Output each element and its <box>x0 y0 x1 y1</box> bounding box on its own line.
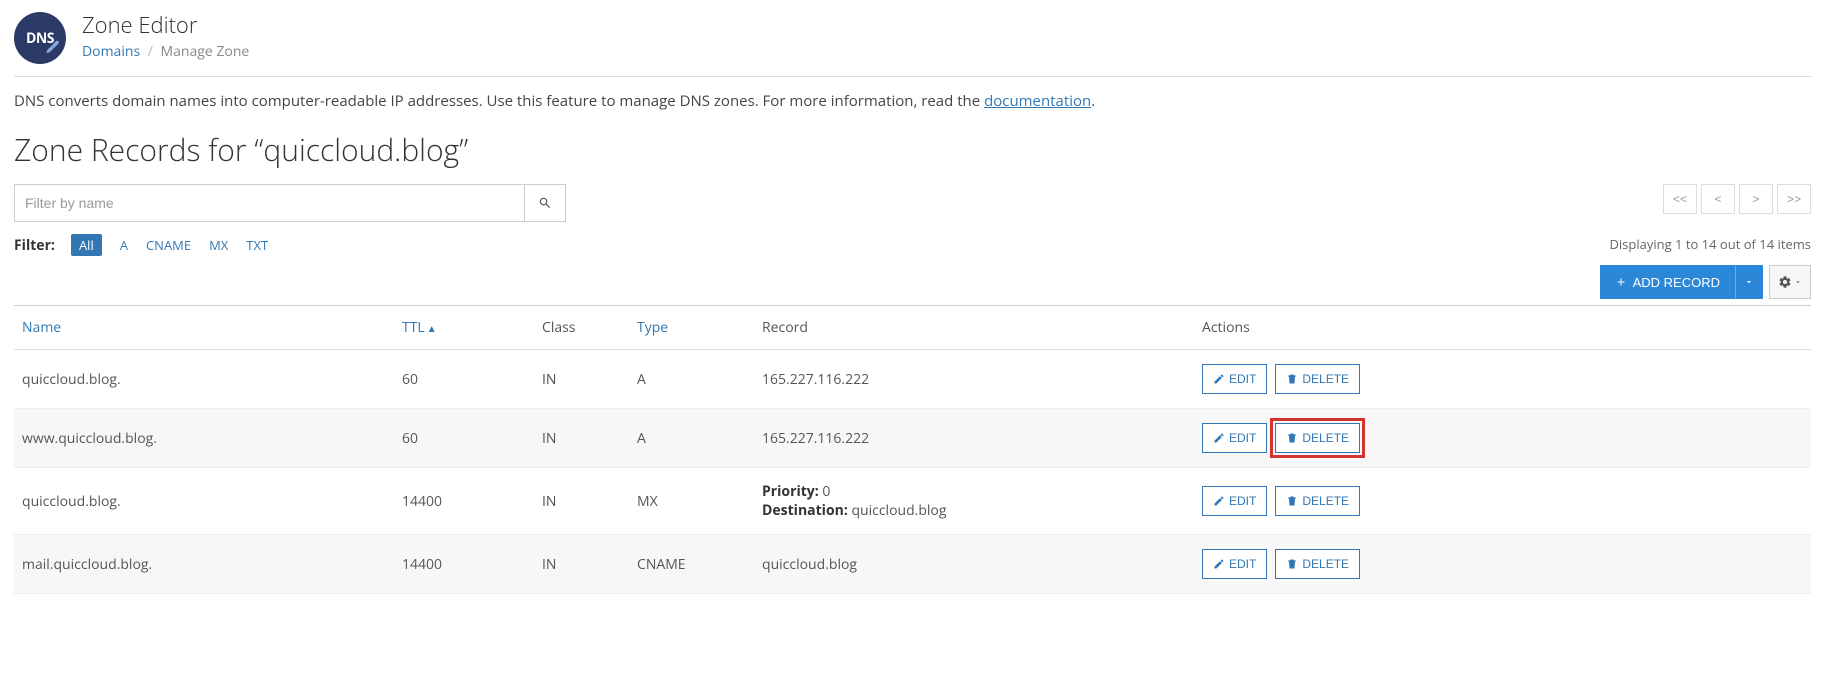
filter-row: Filter: All A CNAME MX TXT <box>14 236 286 255</box>
pager: << < > >> <box>1663 184 1811 214</box>
pencil-icon <box>1213 558 1225 570</box>
record-value: quiccloud.blog <box>762 555 857 574</box>
pencil-icon <box>1213 432 1225 444</box>
delete-button[interactable]: DELETE <box>1275 549 1360 579</box>
record-name: quiccloud.blog. <box>22 492 121 511</box>
filter-label: Filter: <box>14 236 55 255</box>
trash-icon <box>1286 373 1298 385</box>
record-name: www.quiccloud.blog. <box>22 429 157 448</box>
displaying-count: Displaying 1 to 14 out of 14 items <box>1609 235 1811 253</box>
table-row: mail.quiccloud.blog. 14400 IN CNAME quicclou… <box>14 535 1811 594</box>
col-type-header[interactable]: Type <box>637 318 668 337</box>
record-name: mail.quiccloud.blog. <box>22 555 152 574</box>
add-record-split-button: ADD RECORD <box>1600 265 1763 299</box>
delete-label: DELETE <box>1302 557 1349 571</box>
description-text: DNS converts domain names into computer-… <box>14 91 984 111</box>
record-class: IN <box>542 492 556 511</box>
mx-priority-value: 0 <box>822 482 830 501</box>
edit-label: EDIT <box>1229 494 1256 508</box>
mx-destination-value: quiccloud.blog <box>851 501 946 520</box>
filter-txt[interactable]: TXT <box>246 236 268 254</box>
add-record-label: ADD RECORD <box>1633 275 1720 290</box>
wrench-icon <box>46 36 60 58</box>
record-value: 165.227.116.222 <box>762 370 869 389</box>
pencil-icon <box>1213 495 1225 507</box>
edit-button[interactable]: EDIT <box>1202 423 1267 453</box>
col-record-header: Record <box>762 318 808 337</box>
table-row: quiccloud.blog. 14400 IN MX Priority: 0Desti… <box>14 468 1811 535</box>
dns-icon: DNS <box>14 12 66 64</box>
col-actions-header: Actions <box>1202 318 1250 337</box>
breadcrumb-current: Manage Zone <box>161 42 250 61</box>
documentation-link[interactable]: documentation <box>984 91 1091 111</box>
edit-button[interactable]: EDIT <box>1202 364 1267 394</box>
pencil-icon <box>1213 373 1225 385</box>
filter-input[interactable] <box>14 184 524 222</box>
records-table: Name TTL▲ Class Type Record Actions quic… <box>14 305 1811 594</box>
breadcrumb-separator: / <box>148 42 153 61</box>
breadcrumb: Domains / Manage Zone <box>82 42 249 61</box>
record-type: MX <box>637 492 658 511</box>
record-value: 165.227.116.222 <box>762 429 869 448</box>
mx-priority-label: Priority: <box>762 482 819 501</box>
page-description: DNS converts domain names into computer-… <box>14 91 1811 111</box>
trash-icon <box>1286 432 1298 444</box>
pager-prev-button[interactable]: < <box>1701 184 1735 214</box>
plus-icon <box>1615 276 1627 288</box>
record-name: quiccloud.blog. <box>22 370 121 389</box>
delete-label: DELETE <box>1302 372 1349 386</box>
filter-all[interactable]: All <box>71 234 102 256</box>
filter-cname[interactable]: CNAME <box>146 236 191 254</box>
add-record-button[interactable]: ADD RECORD <box>1600 265 1735 299</box>
filter-mx[interactable]: MX <box>209 236 228 254</box>
mx-destination-label: Destination: <box>762 501 848 520</box>
col-ttl-header[interactable]: TTL <box>402 318 425 337</box>
table-row: www.quiccloud.blog. 60 IN A 165.227.116.222 E… <box>14 409 1811 468</box>
record-class: IN <box>542 555 556 574</box>
col-class-header: Class <box>542 318 575 337</box>
edit-label: EDIT <box>1229 372 1256 386</box>
search-icon <box>538 196 552 210</box>
record-type: A <box>637 370 646 389</box>
search-button[interactable] <box>524 184 566 222</box>
delete-button[interactable]: DELETE <box>1275 364 1360 394</box>
record-class: IN <box>542 429 556 448</box>
record-ttl: 60 <box>402 429 418 448</box>
delete-button[interactable]: DELETE <box>1275 423 1360 453</box>
settings-button[interactable] <box>1769 265 1811 299</box>
record-ttl: 60 <box>402 370 418 389</box>
gear-icon <box>1778 275 1792 289</box>
record-ttl: 14400 <box>402 492 442 511</box>
record-class: IN <box>542 370 556 389</box>
breadcrumb-domains-link[interactable]: Domains <box>82 42 140 61</box>
search-group <box>14 184 566 222</box>
page-title: Zone Editor <box>82 10 249 40</box>
delete-label: DELETE <box>1302 431 1349 445</box>
pager-first-button[interactable]: << <box>1663 184 1697 214</box>
table-row: quiccloud.blog. 60 IN A 165.227.116.222 EDIT D… <box>14 350 1811 409</box>
sort-asc-icon: ▲ <box>427 321 437 335</box>
record-type: CNAME <box>637 555 686 574</box>
edit-label: EDIT <box>1229 557 1256 571</box>
filter-a[interactable]: A <box>120 236 128 254</box>
col-name-header[interactable]: Name <box>22 318 61 337</box>
chevron-down-icon <box>1744 277 1754 287</box>
trash-icon <box>1286 495 1298 507</box>
edit-button[interactable]: EDIT <box>1202 486 1267 516</box>
chevron-down-icon <box>1794 278 1802 286</box>
description-tail: . <box>1091 91 1095 111</box>
pager-next-button[interactable]: > <box>1739 184 1773 214</box>
pager-last-button[interactable]: >> <box>1777 184 1811 214</box>
zone-records-heading: Zone Records for “quiccloud.blog” <box>14 129 1811 170</box>
delete-button[interactable]: DELETE <box>1275 486 1360 516</box>
record-type: A <box>637 429 646 448</box>
trash-icon <box>1286 558 1298 570</box>
delete-label: DELETE <box>1302 494 1349 508</box>
record-ttl: 14400 <box>402 555 442 574</box>
add-record-dropdown-button[interactable] <box>1735 265 1763 299</box>
edit-label: EDIT <box>1229 431 1256 445</box>
edit-button[interactable]: EDIT <box>1202 549 1267 579</box>
